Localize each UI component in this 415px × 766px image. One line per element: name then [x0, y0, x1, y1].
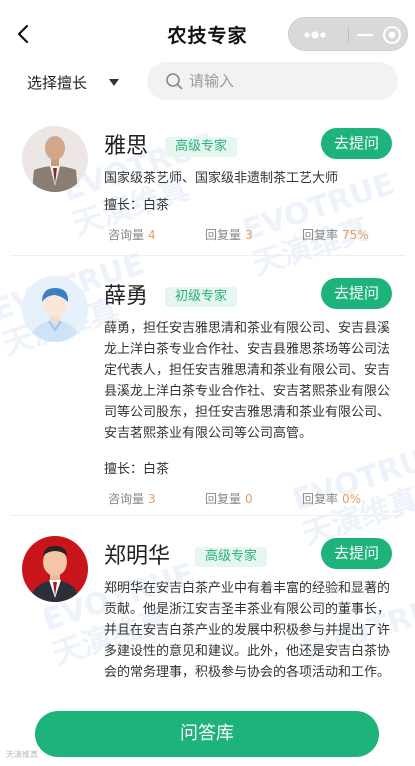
- ask-question-button[interactable]: 去提问: [321, 278, 392, 309]
- expert-card[interactable]: 郑明华 高级专家 去提问 郑明华在安吉白茶产业中有着丰富的经验和显著的贡献。他是…: [10, 528, 405, 698]
- reply-rate-stat: 回复率 75%: [302, 228, 369, 242]
- more-dots-icon[interactable]: [297, 26, 333, 44]
- expert-card[interactable]: 雅思 高级专家 去提问 国家级茶艺师、国家级非遗制茶工艺大师 擅长：白茶 咨询量…: [10, 118, 405, 256]
- search-bar[interactable]: [147, 62, 398, 100]
- expert-level-badge: 高级专家: [195, 547, 268, 567]
- mini-program-capsule: [288, 17, 408, 51]
- capsule-divider: [348, 27, 349, 43]
- expert-name: 郑明华: [104, 544, 171, 569]
- expert-name: 薛勇: [104, 284, 149, 309]
- expert-name: 雅思: [104, 134, 149, 159]
- search-input[interactable]: [189, 72, 389, 90]
- nav-bar: 农技专家: [0, 0, 415, 70]
- qa-library-button[interactable]: 问答库: [35, 711, 379, 757]
- expert-card[interactable]: 薛勇 初级专家 去提问 薛勇，担任安吉雅思清和茶业有限公司、安吉县溪龙上洋白茶专…: [10, 268, 405, 516]
- ask-question-button[interactable]: 去提问: [321, 538, 392, 569]
- reply-stat: 回复量 3: [205, 228, 253, 242]
- consult-stat: 咨询量 3: [108, 492, 156, 506]
- consult-stat: 咨询量 4: [108, 228, 156, 242]
- expert-skill: 擅长：白茶: [104, 462, 170, 477]
- corner-watermark-text: 天演维真: [6, 750, 38, 759]
- expert-description: 国家级茶艺师、国家级非遗制茶工艺大师: [104, 171, 339, 186]
- avatar: [22, 276, 88, 342]
- ask-question-button[interactable]: 去提问: [321, 128, 392, 159]
- reply-stat: 回复量 0: [205, 492, 253, 506]
- expert-level-badge: 高级专家: [165, 137, 238, 157]
- reply-rate-stat: 回复率 0%: [302, 492, 362, 506]
- expert-description: 薛勇，担任安吉雅思清和茶业有限公司、安吉县溪龙上洋白茶专业合作社、安吉县雅思茶场…: [104, 321, 391, 441]
- expert-description: 郑明华在安吉白茶产业中有着丰富的经验和显著的贡献。他是浙江安吉圣丰茶业有限公司的…: [104, 581, 391, 680]
- search-icon: [166, 73, 183, 90]
- skill-filter-label: 选择擅长: [27, 73, 88, 92]
- skill-filter-dropdown[interactable]: 选择擅长: [27, 71, 120, 93]
- avatar: [22, 536, 88, 602]
- caret-down-icon: [109, 78, 120, 86]
- minimize-icon[interactable]: [355, 26, 375, 44]
- expert-skill: 擅长：白茶: [104, 198, 170, 213]
- expert-level-badge: 初级专家: [165, 287, 238, 307]
- avatar: [22, 126, 88, 192]
- target-close-icon[interactable]: [381, 24, 403, 46]
